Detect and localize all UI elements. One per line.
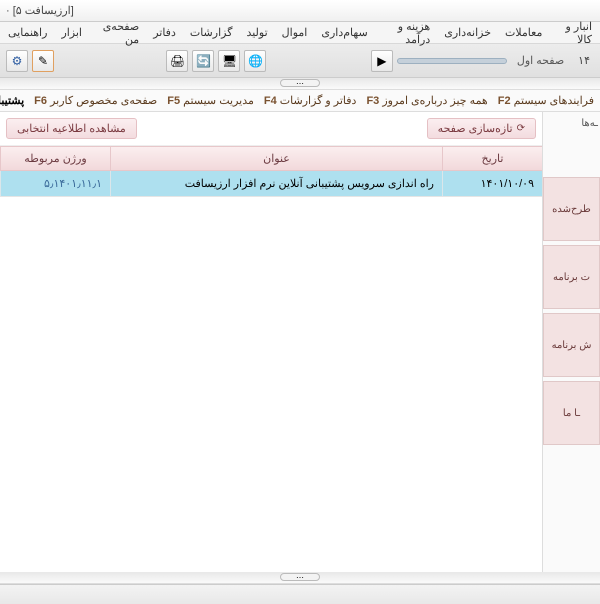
cell-date: ۱۴۰۱/۱۰/۰۹ xyxy=(442,171,542,196)
menu-item[interactable]: انبار و کالا xyxy=(556,20,592,46)
window-title: · [ارزیسافت ۵] xyxy=(6,4,74,17)
main-panel: ⟳ تازه‌سازی صفحه مشاهده اطلاعیه انتخابی … xyxy=(0,112,542,572)
fkey-tab[interactable]: همه چیز درباره‌ی امروز F3 xyxy=(366,94,487,107)
fkey-tab-active[interactable]: پشتیبانی و خدمات F7 xyxy=(0,94,24,107)
menu-item[interactable]: معاملات xyxy=(505,26,542,39)
toolbar-right: ۱۴ صفحه اول ▶ xyxy=(371,50,594,72)
cell-title: راه اندازی سرویس پشتیبانی آنلاین نرم افز… xyxy=(110,171,442,196)
side-block[interactable]: ش برنامه xyxy=(543,313,600,377)
toolbar-mid: 🌐 🖥 🔄 🖨 xyxy=(166,50,266,72)
printer-icon[interactable]: 🖨 xyxy=(166,50,188,72)
separator: ⋯ xyxy=(0,78,600,90)
content-area: ـه‌ها طرح‌شده ت برنامه ش برنامه ـا ما ⟳ … xyxy=(0,112,600,572)
col-header-version[interactable]: ورژن مربوطه xyxy=(0,147,110,170)
title-bar: · [ارزیسافت ۵] xyxy=(0,0,600,22)
toolbar: ۱۴ صفحه اول ▶ 🌐 🖥 🔄 🖨 ✎ ⚙ xyxy=(0,44,600,78)
menu-item[interactable]: تولید xyxy=(246,26,267,39)
view-selected-button[interactable]: مشاهده اطلاعیه انتخابی xyxy=(6,118,137,139)
fkey-tab[interactable]: فرایندهای سیستم F2 xyxy=(498,94,594,107)
drag-handle-icon[interactable]: ⋯ xyxy=(280,573,320,581)
fkey-tabs: فرایندهای سیستم F2 همه چیز درباره‌ی امرو… xyxy=(0,90,600,112)
monitor-icon[interactable]: 🖥 xyxy=(218,50,240,72)
toolbar-left: ✎ ⚙ xyxy=(6,50,54,72)
pager-label: صفحه اول xyxy=(511,54,570,67)
side-panel: ـه‌ها طرح‌شده ت برنامه ش برنامه ـا ما xyxy=(542,112,600,572)
edit-icon[interactable]: ✎ xyxy=(32,50,54,72)
drag-handle-icon[interactable]: ⋯ xyxy=(280,79,320,87)
table-empty-area xyxy=(0,197,542,572)
menu-bar: انبار و کالا معاملات خزانه‌داری هزینه و … xyxy=(0,22,600,44)
menu-item[interactable]: راهنمایی xyxy=(8,26,47,39)
menu-item[interactable]: ابزار xyxy=(61,26,82,39)
fkey-tab[interactable]: صفحه‌ی مخصوص کاربر F6 xyxy=(34,94,157,107)
menu-item[interactable]: سهام‌داری xyxy=(321,26,367,39)
globe-icon[interactable]: 🌐 xyxy=(244,50,266,72)
side-block[interactable]: ـا ما xyxy=(543,381,600,445)
table-row[interactable]: ۱۴۰۱/۱۰/۰۹ راه اندازی سرویس پشتیبانی آنل… xyxy=(0,171,542,197)
menu-item[interactable]: هزینه و درآمد xyxy=(382,20,431,46)
fkey-tab[interactable]: مدیریت سیستم F5 xyxy=(167,94,254,107)
cell-version: ۵٫۱۴۰۱٫۱۱٫۱ xyxy=(0,171,110,196)
refresh-icon[interactable]: 🔄 xyxy=(192,50,214,72)
separator-bottom: ⋯ xyxy=(0,572,600,584)
menu-item[interactable]: خزانه‌داری xyxy=(444,26,491,39)
side-block[interactable]: طرح‌شده xyxy=(543,177,600,241)
play-icon[interactable]: ▶ xyxy=(371,50,393,72)
menu-item[interactable]: اموال xyxy=(282,26,308,39)
menu-item[interactable]: گزارشات xyxy=(190,26,233,39)
action-bar: ⟳ تازه‌سازی صفحه مشاهده اطلاعیه انتخابی xyxy=(0,112,542,146)
side-block[interactable]: ت برنامه xyxy=(543,245,600,309)
col-header-date[interactable]: تاریخ xyxy=(442,147,542,170)
refresh-button[interactable]: ⟳ تازه‌سازی صفحه xyxy=(427,118,536,139)
date-label: ۱۴ xyxy=(574,54,594,67)
menu-item[interactable]: صفحه‌ی من xyxy=(96,20,139,46)
side-label: ـه‌ها xyxy=(543,112,600,135)
pager-slider[interactable] xyxy=(397,58,507,64)
table-header: تاریخ عنوان ورژن مربوطه xyxy=(0,146,542,171)
fkey-tab[interactable]: دفاتر و گزارشات F4 xyxy=(264,94,357,107)
status-bar xyxy=(0,584,600,604)
menu-item[interactable]: دفاتر xyxy=(153,26,176,39)
gear-icon[interactable]: ⚙ xyxy=(6,50,28,72)
refresh-small-icon: ⟳ xyxy=(517,123,525,134)
col-header-title[interactable]: عنوان xyxy=(110,147,442,170)
